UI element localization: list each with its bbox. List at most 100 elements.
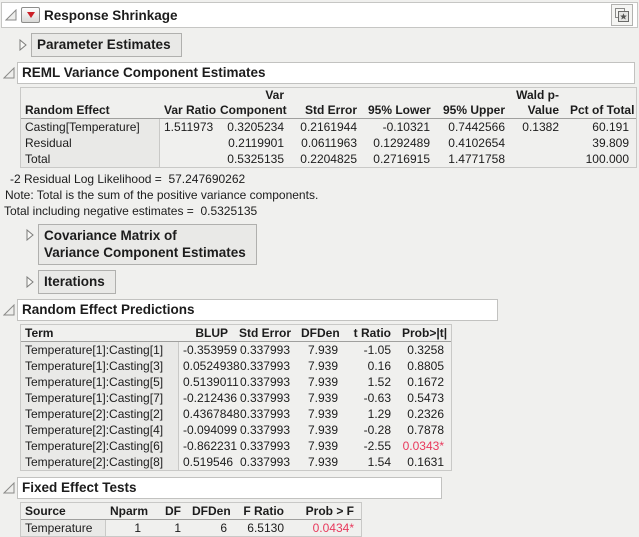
disclosure-open-icon[interactable]: [3, 67, 15, 79]
cell-std-error: 0.2161944: [291, 119, 364, 135]
reml-title[interactable]: REML Variance Component Estimates: [17, 62, 635, 84]
random-effect-predictions-title[interactable]: Random Effect Predictions: [17, 299, 498, 321]
cell-std-error: 0.337993: [235, 422, 297, 438]
cell-t-ratio: -0.63: [345, 390, 398, 406]
table-row[interactable]: Temperature[1]:Casting[3] 0.0524938 0.33…: [21, 358, 451, 374]
disclosure-closed-icon[interactable]: [24, 276, 36, 288]
covariance-matrix-title[interactable]: Covariance Matrix ofVariance Component E…: [38, 224, 257, 265]
reml-col-pct-total: Pct of Total: [566, 88, 636, 118]
disclosure-closed-icon[interactable]: [24, 229, 36, 241]
report-title: Response Shrinkage: [44, 8, 178, 23]
fet-col-prob: Prob > F: [291, 503, 361, 519]
cell-prob: 0.3258: [398, 342, 451, 358]
cell-95-upper: 0.7442566: [437, 119, 512, 135]
cell-95-lower: 0.1292489: [364, 135, 437, 151]
cell-var-ratio: [160, 151, 216, 167]
cell-dfden: 7.939: [297, 374, 345, 390]
table-row[interactable]: Temperature[1]:Casting[7] -0.212436 0.33…: [21, 390, 451, 406]
report-title-bar: Response Shrinkage: [1, 2, 638, 28]
row-label: Residual: [21, 135, 160, 151]
cell-wald-p: [512, 151, 566, 167]
section-reml-header: REML Variance Component Estimates: [3, 62, 639, 84]
table-row[interactable]: Temperature[1]:Casting[5] 0.5139011 0.33…: [21, 374, 451, 390]
fixed-effect-tests-title[interactable]: Fixed Effect Tests: [17, 477, 442, 499]
cell-dfden: 7.939: [297, 390, 345, 406]
cell-t-ratio: -2.55: [345, 438, 398, 454]
disclosure-closed-icon[interactable]: [17, 39, 29, 51]
reml-table: Random Effect Var Ratio VarComponent Std…: [20, 87, 637, 168]
cell-nparm: 1: [106, 520, 148, 536]
cell-f-ratio: 6.5130: [234, 520, 291, 536]
table-row[interactable]: Temperature 1 1 6 6.5130 0.0434*: [21, 520, 361, 536]
cell-dfden: 7.939: [297, 358, 345, 374]
cell-std-error: 0.0611963: [291, 135, 364, 151]
red-triangle-menu-button[interactable]: [21, 7, 40, 23]
cell-wald-p: [512, 135, 566, 151]
table-row[interactable]: Temperature[1]:Casting[1] -0.353959 0.33…: [21, 342, 451, 358]
row-label: Temperature[1]:Casting[3]: [21, 358, 179, 374]
cell-std-error: 0.2204825: [291, 151, 364, 167]
row-label: Temperature[2]:Casting[6]: [21, 438, 179, 454]
cell-pct-total: 60.191: [566, 119, 636, 135]
cell-blup: 0.4367848: [179, 406, 235, 422]
publish-star-icon: [614, 7, 630, 23]
parameter-estimates-title[interactable]: Parameter Estimates: [31, 33, 182, 57]
fet-col-f-ratio: F Ratio: [234, 503, 291, 519]
table-row[interactable]: Total 0.5325135 0.2204825 0.2716915 1.47…: [21, 151, 636, 167]
cell-t-ratio: -0.28: [345, 422, 398, 438]
row-label: Temperature[2]:Casting[2]: [21, 406, 179, 422]
table-row[interactable]: Casting[Temperature] 1.511973 0.3205234 …: [21, 119, 636, 135]
fet-col-dfden: DFDen: [188, 503, 234, 519]
cell-prob: 0.7878: [398, 422, 451, 438]
reml-col-var-ratio: Var Ratio: [160, 88, 216, 118]
cell-std-error: 0.337993: [235, 342, 297, 358]
table-row[interactable]: Temperature[2]:Casting[6] -0.862231 0.33…: [21, 438, 451, 454]
cell-prob: 0.8805: [398, 358, 451, 374]
cell-prob-significant: 0.0343*: [398, 438, 451, 454]
reml-header-row: Random Effect Var Ratio VarComponent Std…: [21, 88, 636, 119]
cell-blup: 0.0524938: [179, 358, 235, 374]
cell-std-error: 0.337993: [235, 438, 297, 454]
cell-wald-p: 0.1382: [512, 119, 566, 135]
rep-col-blup: BLUP: [179, 325, 235, 341]
cell-prob: 0.1631: [398, 454, 451, 470]
fet-col-df: DF: [148, 503, 188, 519]
reml-col-var-component: VarComponent: [216, 88, 291, 118]
row-label: Casting[Temperature]: [21, 119, 160, 135]
publish-button[interactable]: [611, 4, 633, 26]
rep-col-dfden: DFDen: [297, 325, 345, 341]
residual-log-likelihood-line: -2 Residual Log Likelihood = 57.24769026…: [10, 172, 639, 187]
table-row[interactable]: Temperature[2]:Casting[4] -0.094099 0.33…: [21, 422, 451, 438]
iterations-title[interactable]: Iterations: [38, 270, 116, 294]
cell-95-lower: 0.2716915: [364, 151, 437, 167]
table-row[interactable]: Temperature[2]:Casting[8] 0.519546 0.337…: [21, 454, 451, 470]
cell-df: 1: [148, 520, 188, 536]
cell-var-ratio: [160, 135, 216, 151]
reml-col-std-error: Std Error: [291, 88, 364, 118]
cell-dfden: 7.939: [297, 342, 345, 358]
cell-dfden: 7.939: [297, 406, 345, 422]
cell-blup: 0.519546: [179, 454, 235, 470]
disclosure-open-icon[interactable]: [3, 482, 15, 494]
cell-var-component: 0.5325135: [216, 151, 291, 167]
cell-dfden: 7.939: [297, 454, 345, 470]
section-covariance-matrix: Covariance Matrix ofVariance Component E…: [24, 224, 639, 265]
fet-col-source: Source: [21, 503, 106, 519]
row-label: Total: [21, 151, 160, 167]
table-row[interactable]: Residual 0.2119901 0.0611963 0.1292489 0…: [21, 135, 636, 151]
cell-prob: 0.2326: [398, 406, 451, 422]
section-parameter-estimates: Parameter Estimates: [17, 33, 639, 57]
reml-col-95-upper: 95% Upper: [437, 88, 512, 118]
row-label: Temperature[2]:Casting[4]: [21, 422, 179, 438]
disclosure-open-icon[interactable]: [5, 9, 17, 21]
section-random-effect-predictions: Random Effect Predictions: [3, 299, 639, 321]
disclosure-open-icon[interactable]: [3, 304, 15, 316]
reml-col-wald-p: Wald p-Value: [512, 88, 566, 118]
cell-95-upper: 0.4102654: [437, 135, 512, 151]
row-label: Temperature[1]:Casting[5]: [21, 374, 179, 390]
cell-std-error: 0.337993: [235, 374, 297, 390]
cell-var-component: 0.2119901: [216, 135, 291, 151]
table-row[interactable]: Temperature[2]:Casting[2] 0.4367848 0.33…: [21, 406, 451, 422]
cell-pct-total: 100.000: [566, 151, 636, 167]
cell-t-ratio: 0.16: [345, 358, 398, 374]
